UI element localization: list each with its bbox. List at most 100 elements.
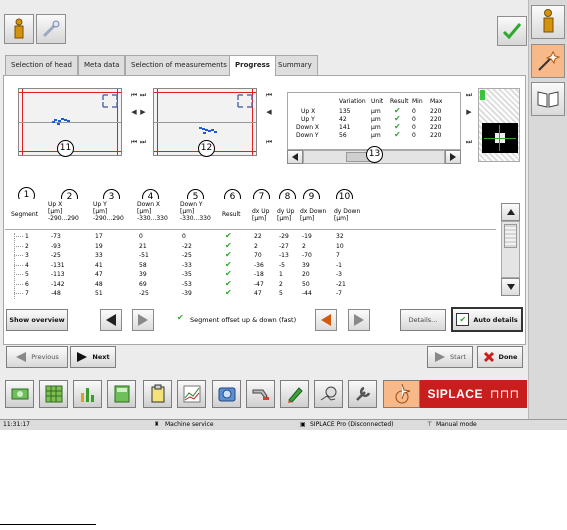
clipboard-dock-button[interactable] bbox=[143, 380, 172, 408]
tab-meta-data[interactable]: Meta data bbox=[78, 55, 126, 75]
last-icon[interactable]: ⏭ bbox=[139, 138, 147, 147]
confirm-button[interactable] bbox=[497, 16, 527, 46]
chart-dock-button[interactable] bbox=[73, 380, 102, 408]
zoom-icon[interactable] bbox=[236, 93, 254, 109]
next-icon[interactable]: ▶ bbox=[465, 107, 473, 116]
variation-unit: µm bbox=[371, 124, 381, 131]
cell-up-y: 51 bbox=[95, 290, 103, 297]
cell-segment: 2 bbox=[25, 242, 29, 250]
table-row[interactable] bbox=[5, 280, 496, 289]
cell-dx-up: 22 bbox=[254, 233, 262, 240]
tree-line bbox=[14, 245, 23, 247]
nozzle-dock-button[interactable] bbox=[246, 380, 275, 408]
tab-progress[interactable]: Progress bbox=[229, 55, 276, 76]
service-dock-button[interactable] bbox=[314, 380, 343, 408]
pin-icon bbox=[42, 20, 60, 38]
variation-min: 0 bbox=[412, 132, 416, 139]
graph-dock-button[interactable] bbox=[177, 380, 206, 408]
check-icon: ✔ bbox=[225, 240, 232, 250]
first-icon[interactable]: ⏮ bbox=[265, 138, 273, 147]
tab-selection-of-measurements[interactable]: Selection of measurements bbox=[125, 55, 233, 75]
vertical-scrollbar[interactable] bbox=[501, 221, 520, 278]
last-icon[interactable]: ⏭ bbox=[465, 138, 473, 147]
status-mode: Manual mode bbox=[436, 421, 477, 428]
cell-dx-down: -70 bbox=[302, 252, 312, 259]
offset-next-button[interactable] bbox=[348, 309, 370, 331]
show-overview-button[interactable]: Show overview bbox=[6, 309, 68, 331]
cell-dx-up: -18 bbox=[254, 271, 264, 278]
plot-point bbox=[67, 120, 70, 122]
table-row[interactable] bbox=[5, 251, 496, 260]
table-row[interactable] bbox=[5, 232, 496, 241]
first-icon[interactable]: ⏮ bbox=[265, 91, 273, 100]
next-icon[interactable]: ▶ bbox=[139, 107, 147, 116]
prev-icon[interactable]: ◀ bbox=[265, 107, 273, 116]
tab-summary[interactable]: Summary bbox=[272, 55, 318, 75]
play-icon bbox=[435, 352, 446, 362]
next-segment-button[interactable] bbox=[132, 309, 154, 331]
brand-name: SIPLACE bbox=[427, 387, 483, 401]
previous-segment-button[interactable] bbox=[100, 309, 122, 331]
details-button[interactable]: Details... bbox=[400, 309, 446, 331]
start-button[interactable]: Start bbox=[427, 346, 473, 368]
book-side-button[interactable] bbox=[531, 82, 565, 116]
pin-button[interactable] bbox=[36, 14, 66, 44]
callout-marker-12: 12 bbox=[198, 140, 215, 157]
nozzle-icon bbox=[252, 389, 269, 400]
camera-dock-button[interactable] bbox=[212, 380, 241, 408]
plot-point bbox=[57, 123, 60, 125]
info-button[interactable] bbox=[4, 14, 34, 44]
zoom-icon[interactable] bbox=[101, 93, 119, 109]
tools-dock-button[interactable] bbox=[348, 380, 377, 408]
scroll-left-button[interactable] bbox=[287, 150, 303, 164]
auto-details-toggle[interactable]: ✔ Auto details bbox=[451, 307, 523, 332]
auto-details-label: Auto details bbox=[473, 315, 518, 324]
previous-button[interactable]: Previous bbox=[6, 346, 68, 368]
table-dock-button[interactable] bbox=[39, 380, 68, 408]
table-row[interactable] bbox=[5, 261, 496, 270]
first-icon[interactable]: ⏮ bbox=[130, 91, 138, 100]
scroll-up-button[interactable] bbox=[501, 203, 520, 221]
calculator-dock-button[interactable] bbox=[107, 380, 136, 408]
next-button[interactable]: Next bbox=[70, 346, 116, 368]
variation-unit: µm bbox=[371, 132, 381, 139]
wizard-side-button[interactable] bbox=[531, 44, 565, 78]
scroll-right-button[interactable] bbox=[445, 150, 461, 164]
scroll-down-button[interactable] bbox=[501, 278, 520, 296]
feeder-dock-button[interactable] bbox=[5, 380, 34, 408]
done-button[interactable]: Done bbox=[477, 346, 523, 368]
cell-dy-up: 1 bbox=[279, 271, 283, 278]
pen-dock-button[interactable] bbox=[280, 380, 309, 408]
cell-dy-up: 2 bbox=[279, 280, 283, 288]
table-row[interactable] bbox=[5, 270, 496, 279]
cell-down-x: 39 bbox=[139, 271, 147, 278]
last-icon[interactable]: ⏭ bbox=[139, 91, 147, 100]
variation-min: 0 bbox=[412, 124, 416, 131]
last-icon[interactable]: ⏭ bbox=[465, 91, 473, 100]
variation-value: 56 bbox=[339, 132, 347, 139]
table-row[interactable] bbox=[5, 289, 496, 298]
table-row[interactable] bbox=[5, 242, 496, 251]
bar-chart-icon bbox=[80, 388, 94, 402]
variation-max: 220 bbox=[430, 108, 442, 115]
tab-selection-of-head[interactable]: Selection of head bbox=[5, 55, 78, 75]
mode-icon: ⊤ bbox=[427, 421, 433, 428]
info-icon bbox=[14, 18, 24, 39]
calculator-icon bbox=[114, 385, 129, 403]
col-header-unit: Unit bbox=[371, 98, 384, 105]
right-arrow-icon bbox=[77, 352, 88, 362]
scroll-thumb[interactable] bbox=[504, 224, 517, 248]
info-side-button[interactable] bbox=[531, 5, 565, 39]
cell-segment: 3 bbox=[25, 252, 29, 259]
close-icon bbox=[483, 351, 494, 363]
cell-up-x: -25 bbox=[51, 252, 61, 259]
wizard-dock-button[interactable] bbox=[383, 380, 420, 408]
check-icon: ✔ bbox=[225, 259, 232, 269]
left-arrow-icon bbox=[16, 352, 27, 362]
variation-max: 220 bbox=[430, 116, 442, 123]
cell-dx-down: -19 bbox=[302, 233, 312, 240]
prev-icon[interactable]: ◀ bbox=[130, 107, 138, 116]
offset-previous-button[interactable] bbox=[315, 309, 337, 331]
first-icon[interactable]: ⏮ bbox=[130, 138, 138, 147]
plot-point bbox=[52, 121, 55, 123]
